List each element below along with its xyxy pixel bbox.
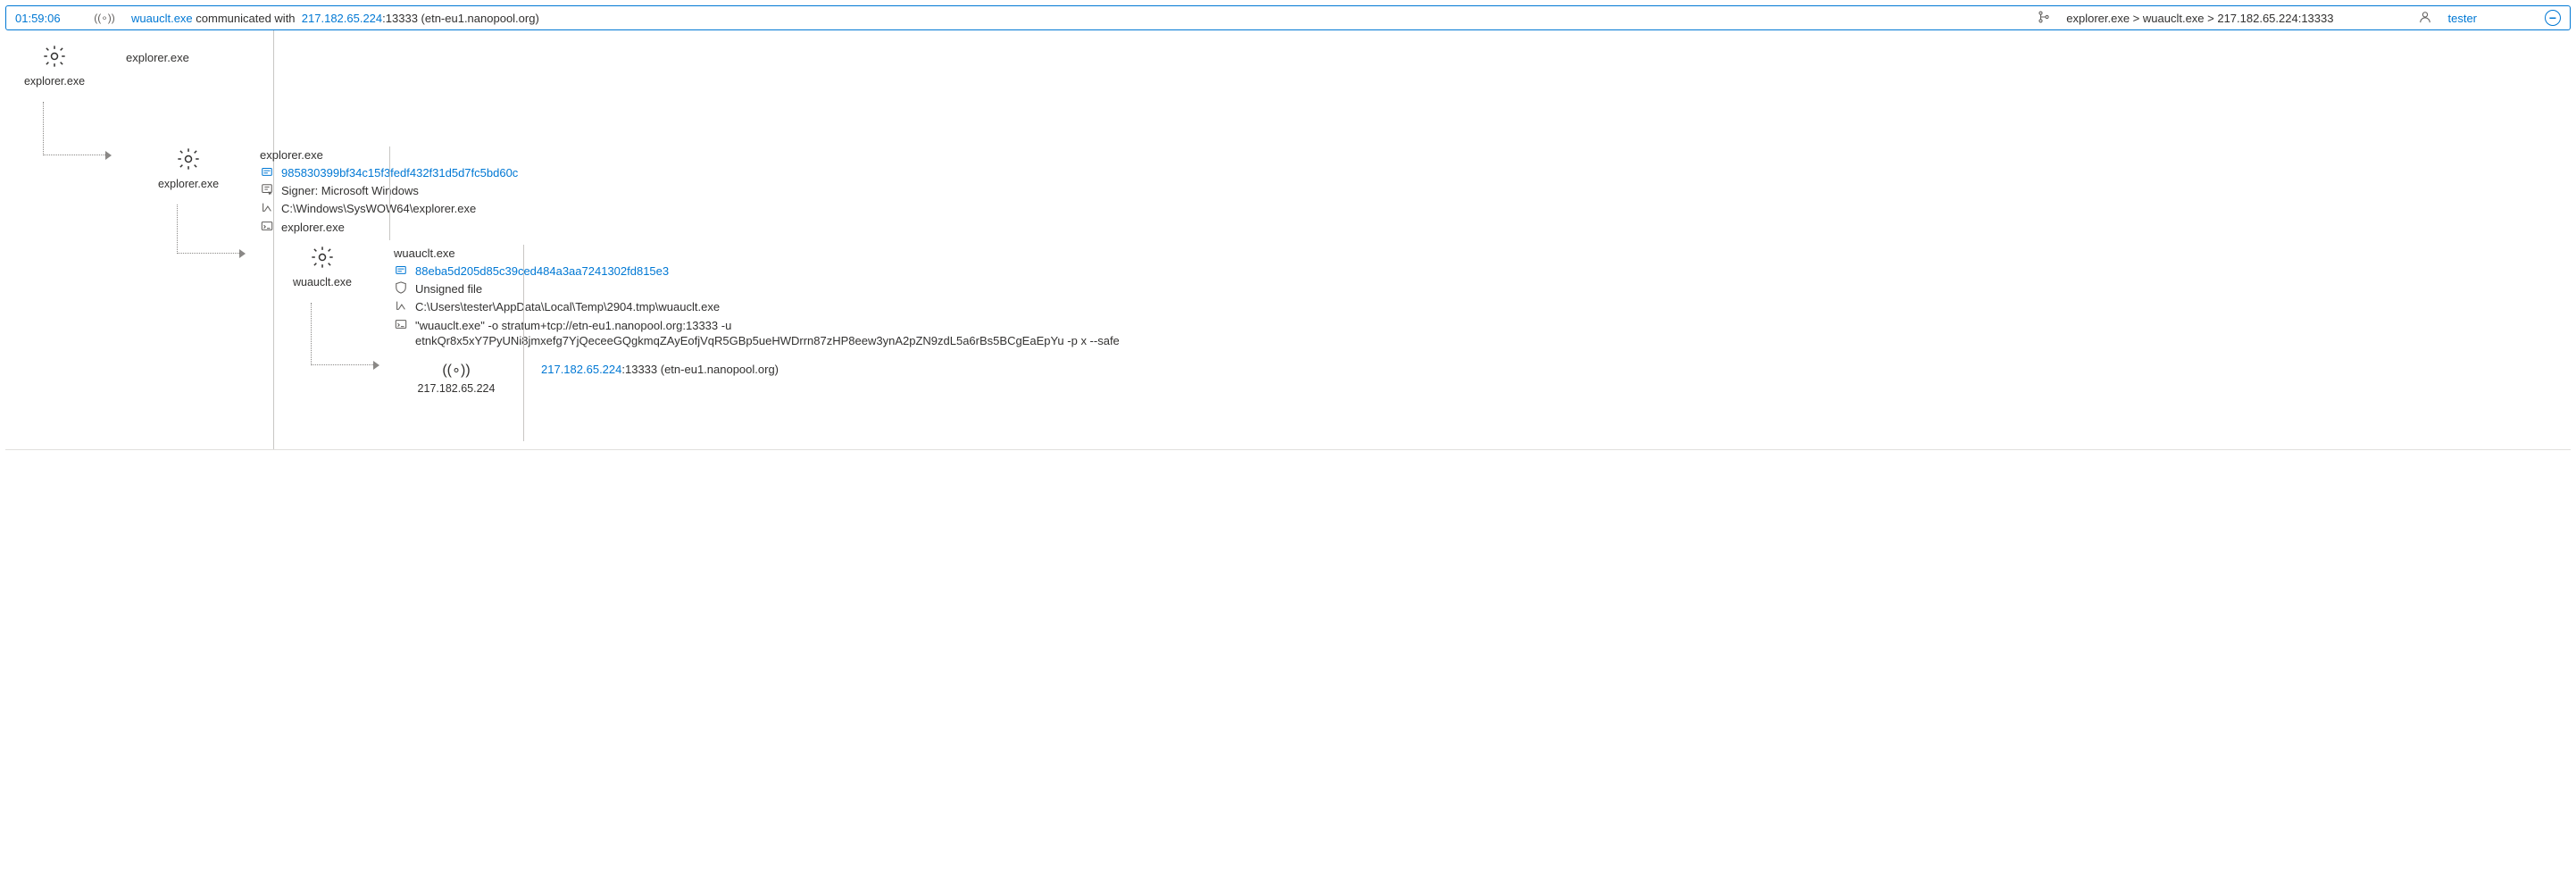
process-breadcrumb: explorer.exe > wuauclt.exe > 217.182.65.… <box>2066 12 2333 25</box>
process-tree: explorer.exe explorer.exe explorer.exe e… <box>5 30 2571 450</box>
event-process-link[interactable]: wuauclt.exe <box>131 12 193 25</box>
process-tree-icon <box>2038 11 2050 26</box>
sha-icon <box>394 263 408 280</box>
path-icon <box>260 201 274 217</box>
tree-node-label: 217.182.65.224 <box>416 382 496 395</box>
collapse-button[interactable]: − <box>2545 10 2561 26</box>
tree-main-divider <box>273 30 274 450</box>
sha-icon <box>260 165 274 181</box>
event-time: 01:59:06 <box>15 12 78 25</box>
detail-title: explorer.exe <box>126 51 189 64</box>
user-icon <box>2419 11 2431 26</box>
event-description: wuauclt.exe communicated with 217.182.65… <box>131 12 539 25</box>
tree-connector <box>177 205 239 254</box>
tree-node-wuauclt[interactable]: wuauclt.exe <box>282 245 363 288</box>
tree-node-label: wuauclt.exe <box>282 276 363 288</box>
event-ip-link[interactable]: 217.182.65.224 <box>302 12 382 25</box>
detail-title: wuauclt.exe <box>394 246 1183 260</box>
path-text: C:\Users\tester\AppData\Local\Temp\2904.… <box>415 299 720 315</box>
tree-detail-divider <box>389 146 390 240</box>
gear-icon <box>42 44 67 69</box>
signer-text: Unsigned file <box>415 281 482 297</box>
tree-connector <box>43 102 105 155</box>
network-signal-icon: ((∘)) <box>416 361 496 379</box>
tree-connector <box>311 303 373 365</box>
tree-node-explorer-child[interactable]: explorer.exe <box>148 146 229 190</box>
path-text: C:\Windows\SysWOW64\explorer.exe <box>281 201 476 217</box>
tree-node-explorer-root[interactable]: explorer.exe <box>14 44 95 88</box>
tree-node-label: explorer.exe <box>148 178 229 190</box>
tree-detail-divider <box>523 245 524 441</box>
tree-node-details-wuauclt: wuauclt.exe 88eba5d205d85c39ced484a3aa72… <box>394 246 1183 351</box>
gear-icon <box>176 146 201 171</box>
tree-node-details-endpoint: 217.182.65.224:13333 (etn-eu1.nanopool.o… <box>541 363 779 376</box>
tree-node-details-root: explorer.exe <box>126 51 189 68</box>
network-signal-icon: ((∘)) <box>94 12 115 24</box>
sha1-link[interactable]: 985830399bf34c15f3fedf432f31d5d7fc5bd60c <box>281 165 518 181</box>
commandline-text: "wuauclt.exe" -o stratum+tcp://etn-eu1.n… <box>415 318 1183 349</box>
gear-icon <box>310 245 335 270</box>
endpoint-ip-link[interactable]: 217.182.65.224 <box>541 363 621 376</box>
commandline-text: explorer.exe <box>281 220 345 236</box>
sha1-link[interactable]: 88eba5d205d85c39ced484a3aa7241302fd815e3 <box>415 263 669 280</box>
commandline-icon <box>260 220 274 236</box>
bottom-divider <box>5 449 2571 450</box>
event-header-row[interactable]: 01:59:06 ((∘)) wuauclt.exe communicated … <box>5 5 2571 30</box>
commandline-icon <box>394 318 408 334</box>
certificate-icon <box>260 183 274 199</box>
tree-node-endpoint[interactable]: ((∘)) 217.182.65.224 <box>416 361 496 395</box>
unsigned-icon <box>394 281 408 297</box>
tree-node-label: explorer.exe <box>14 75 95 88</box>
user-link[interactable]: tester <box>2447 12 2477 25</box>
signer-text: Signer: Microsoft Windows <box>281 183 419 199</box>
path-icon <box>394 299 408 315</box>
